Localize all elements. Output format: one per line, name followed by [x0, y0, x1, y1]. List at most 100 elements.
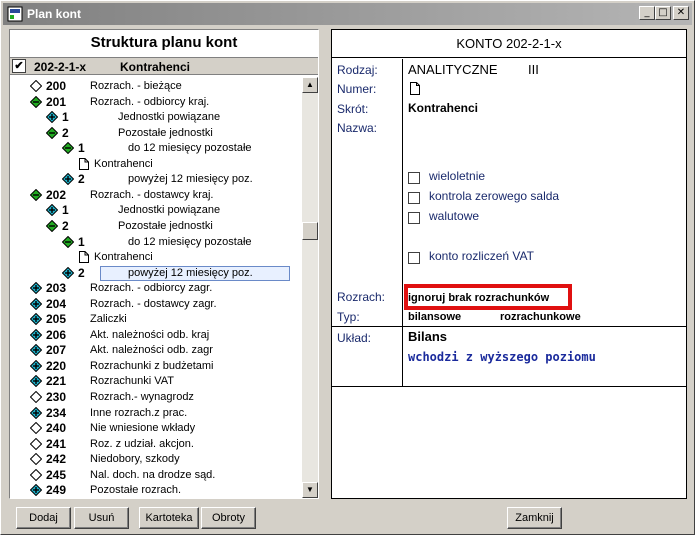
expanded-node-icon[interactable] [61, 235, 75, 249]
tree-item-code[interactable]: 203 [46, 280, 66, 296]
scroll-down-button[interactable]: ▼ [302, 482, 318, 498]
obroty-button[interactable]: Obroty [201, 507, 256, 529]
tree-item-code[interactable]: 2 [62, 218, 69, 234]
tree-item-code[interactable]: 245 [46, 467, 66, 483]
collapsed-node-icon[interactable] [29, 483, 43, 497]
tree-item-code[interactable]: 1 [78, 234, 85, 250]
tree-item-name[interactable]: Pozostałe jednostki [118, 125, 213, 141]
tree-item-name[interactable]: Rozrach. - dostawcy kraj. [90, 187, 213, 203]
collapsed-node-icon[interactable] [29, 312, 43, 326]
tree-item-name[interactable]: powyżej 12 miesięcy poz. [128, 171, 253, 187]
kartoteka-button-label: Kartoteka [145, 512, 193, 524]
rozrach-value[interactable]: ignoruj brak rozrachunków [408, 292, 549, 304]
minimize-button[interactable]: _ [639, 6, 655, 20]
expanded-node-icon[interactable] [29, 188, 43, 202]
tree-item-code[interactable]: 207 [46, 342, 66, 358]
typ-rozrachunkowe: rozrachunkowe [500, 311, 581, 323]
tree-item-name[interactable]: Rozrachunki VAT [90, 373, 174, 389]
tree-item-name[interactable]: Nal. doch. na drodze sąd. [90, 467, 215, 483]
check-icon[interactable]: ✔ [12, 59, 26, 73]
leaf-node-icon [29, 390, 43, 404]
typ-bilansowe: bilansowe [408, 311, 462, 323]
tree-item-name[interactable]: Nie wniesione wkłady [90, 420, 195, 436]
tree-item-name[interactable]: Niedobory, szkody [90, 451, 180, 467]
tree-item-code[interactable]: 221 [46, 373, 66, 389]
tree-item-code[interactable]: 202 [46, 187, 66, 203]
maximize-button[interactable]: □ [655, 6, 671, 20]
tree-item-name[interactable]: Zaliczki [90, 311, 127, 327]
leaf-node-icon [29, 79, 43, 93]
tree-item-code[interactable]: 1 [78, 140, 85, 156]
kontrola-checkbox[interactable] [408, 192, 420, 204]
tree-item-name[interactable]: Akt. należności odb. zagr [90, 342, 213, 358]
tree-item-code[interactable]: 249 [46, 482, 66, 498]
tree-item-code[interactable]: 2 [78, 171, 85, 187]
tree-item-code[interactable]: 200 [46, 78, 66, 94]
collapsed-node-icon[interactable] [29, 374, 43, 388]
tree-item-code[interactable]: 234 [46, 405, 66, 421]
tree-scrollbar[interactable]: ▲ ▼ [302, 77, 318, 498]
expanded-node-icon[interactable] [45, 126, 59, 140]
tree-item-code[interactable]: 204 [46, 296, 66, 312]
tree-item-code[interactable]: 220 [46, 358, 66, 374]
collapsed-node-icon[interactable] [45, 203, 59, 217]
expanded-node-icon[interactable] [61, 141, 75, 155]
tree-item-name[interactable]: Rozrach. - odbiorcy zagr. [90, 280, 212, 296]
tree-item-name[interactable]: Pozostałe rozrach. [90, 482, 181, 498]
tree-item-name[interactable]: do 12 miesięcy pozostałe [128, 234, 252, 250]
scroll-up-button[interactable]: ▲ [302, 77, 318, 93]
collapsed-node-icon[interactable] [45, 110, 59, 124]
collapsed-node-icon[interactable] [29, 359, 43, 373]
account-tree[interactable]: 200 Rozrach. - bieżące 201 Rozrach. - odbio… [10, 77, 302, 498]
collapsed-node-icon[interactable] [61, 266, 75, 280]
collapsed-node-icon[interactable] [29, 406, 43, 420]
account-structure-panel: Struktura planu kont ✔ 202-2-1-x Kontrah… [9, 29, 319, 499]
kartoteka-button[interactable]: Kartoteka [139, 507, 199, 529]
tree-item-name[interactable]: do 12 miesięcy pozostałe [128, 140, 252, 156]
tree-item-name[interactable]: Jednostki powiązane [118, 202, 220, 218]
tree-item-name[interactable]: powyżej 12 miesięcy poz. [128, 265, 253, 281]
tree-item-code[interactable]: 242 [46, 451, 66, 467]
collapsed-node-icon[interactable] [29, 281, 43, 295]
walutowe-checkbox[interactable] [408, 212, 420, 224]
collapsed-node-icon[interactable] [29, 297, 43, 311]
tree-item-name[interactable]: Rozrach. - bieżące [90, 78, 182, 94]
tree-item-name[interactable]: Rozrach. - odbiorcy kraj. [90, 94, 209, 110]
tree-item-name[interactable]: Rozrach.- wynagrodz [90, 389, 194, 405]
tree-item-code[interactable]: 240 [46, 420, 66, 436]
tree-item-name[interactable]: Akt. należności odb. kraj [90, 327, 209, 343]
tree-item-name[interactable]: Rozrach. - dostawcy zagr. [90, 296, 217, 312]
tree-item-code[interactable]: 241 [46, 436, 66, 452]
collapsed-node-icon[interactable] [29, 343, 43, 357]
tree-item-code[interactable]: 1 [62, 202, 69, 218]
uklad-sub: wchodzi z wyższego poziomu [408, 350, 596, 364]
tree-item-code[interactable]: 230 [46, 389, 66, 405]
vat-checkbox[interactable] [408, 252, 420, 264]
expanded-node-icon[interactable] [45, 219, 59, 233]
add-button[interactable]: Dodaj [16, 507, 71, 529]
delete-button-label: Usuń [88, 512, 115, 524]
tree-item-code[interactable]: 2 [78, 265, 85, 281]
collapsed-node-icon[interactable] [29, 328, 43, 342]
scroll-thumb[interactable] [302, 222, 318, 240]
tree-item-code[interactable]: 2 [62, 125, 69, 141]
tree-item-name[interactable]: Roz. z udział. akcjon. [90, 436, 194, 452]
tree-item-name[interactable]: Kontrahenci [94, 249, 153, 265]
tree-item-code[interactable]: 201 [46, 94, 66, 110]
tree-item-code[interactable]: 1 [62, 109, 69, 125]
expanded-node-icon[interactable] [29, 95, 43, 109]
tree-item-name[interactable]: Jednostki powiązane [118, 109, 220, 125]
tree-item-name[interactable]: Inne rozrach.z prac. [90, 405, 187, 421]
tree-item-name[interactable]: Pozostałe jednostki [118, 218, 213, 234]
delete-button[interactable]: Usuń [74, 507, 129, 529]
collapsed-node-icon[interactable] [61, 172, 75, 186]
tree-item-code[interactable]: 206 [46, 327, 66, 343]
document-icon [410, 82, 420, 95]
close-button[interactable]: ✕ [673, 6, 689, 20]
tree-item-code[interactable]: 205 [46, 311, 66, 327]
wieloletnie-checkbox[interactable] [408, 172, 420, 184]
close-dialog-button[interactable]: Zamknij [507, 507, 562, 529]
tree-item-name[interactable]: Rozrachunki z budżetami [90, 358, 214, 374]
tree-item-name[interactable]: Kontrahenci [94, 156, 153, 172]
divider [402, 59, 403, 386]
